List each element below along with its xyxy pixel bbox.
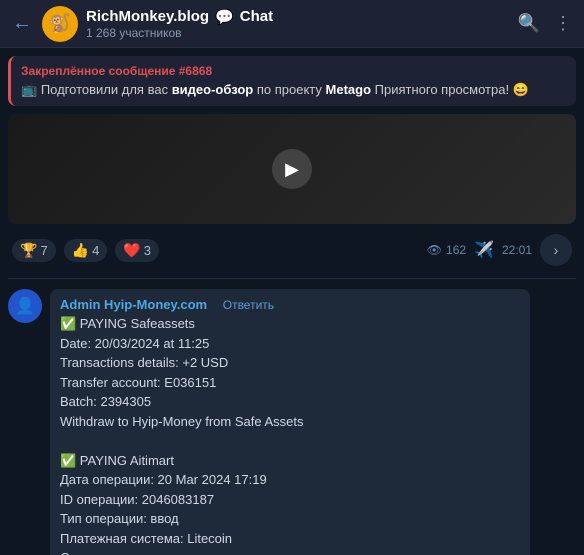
thumbs-up-count: 4 [92,243,99,258]
back-button[interactable]: ← [12,12,32,35]
header-actions: 🔍 ⋮ [518,13,572,34]
admin-message-bubble: Admin Hyip-Money.com Ответить ✅ PAYING S… [50,289,530,555]
message-text: ✅ PAYING Safeassets Date: 20/03/2024 at … [60,314,520,555]
admin-avatar: 👤 [8,289,42,323]
play-button[interactable]: ▶ [272,149,312,189]
channel-avatar: 🐒 [42,6,78,42]
chevron-right-button[interactable]: › [540,234,572,266]
channel-icon: 💬 [215,8,234,26]
divider [8,278,576,279]
message-sender: Admin Hyip-Money.com Ответить [60,297,520,312]
chat-content: Закреплённое сообщение #6868 📺 Подготови… [0,48,584,555]
view-count: 👁 162 [427,243,466,257]
member-count: 1 268 участников [86,26,518,40]
pinned-text: 📺 Подготовили для вас видео-обзор по про… [21,82,566,98]
trophy-count: 7 [40,243,47,258]
search-icon[interactable]: 🔍 [518,13,540,34]
chat-label: Chat [240,8,273,25]
pinned-time: 22:01 [502,243,532,257]
more-icon[interactable]: ⋮ [554,13,572,34]
thumbs-up-emoji: 👍 [72,242,89,259]
admin-message-row: 👤 Admin Hyip-Money.com Ответить ✅ PAYING… [0,283,584,555]
heart-emoji: ❤️ [123,242,140,259]
share-icon: ✈️ [474,240,494,260]
heart-count: 3 [144,243,151,258]
header-title: RichMonkey.blog 💬 Chat [86,8,518,26]
reaction-thumbs-up[interactable]: 👍 4 [64,239,108,262]
pinned-after: Приятного просмотра! 😄 [371,82,529,97]
view-number: 162 [446,243,466,257]
reaction-trophy[interactable]: 🏆 7 [12,239,56,262]
pinned-message[interactable]: Закреплённое сообщение #6868 📺 Подготови… [8,56,576,106]
chat-header: ← 🐒 RichMonkey.blog 💬 Chat 1 268 участни… [0,0,584,48]
video-inner: ▶ [8,114,576,224]
pinned-before: Подготовили для вас [41,82,172,97]
eye-icon: 👁 [427,243,442,257]
pinned-middle: по проекту [253,82,325,97]
channel-name: RichMonkey.blog [86,8,209,25]
pinned-bold: видео-обзор [172,82,254,97]
pinned-brand: Metago [326,82,372,97]
header-info: RichMonkey.blog 💬 Chat 1 268 участников [86,8,518,40]
reply-link[interactable]: Ответить [223,297,274,312]
sender-name: Admin Hyip-Money.com [60,297,207,312]
pinned-icon: 📺 [21,82,37,97]
reaction-heart[interactable]: ❤️ 3 [115,239,159,262]
pinned-reactions-row: 🏆 7 👍 4 ❤️ 3 👁 162 ✈️ 22:01 › [0,230,584,274]
trophy-emoji: 🏆 [20,242,37,259]
admin-avatar-icon: 👤 [15,296,35,316]
video-thumbnail[interactable]: ▶ [8,114,576,224]
pinned-title: Закреплённое сообщение #6868 [21,64,566,78]
